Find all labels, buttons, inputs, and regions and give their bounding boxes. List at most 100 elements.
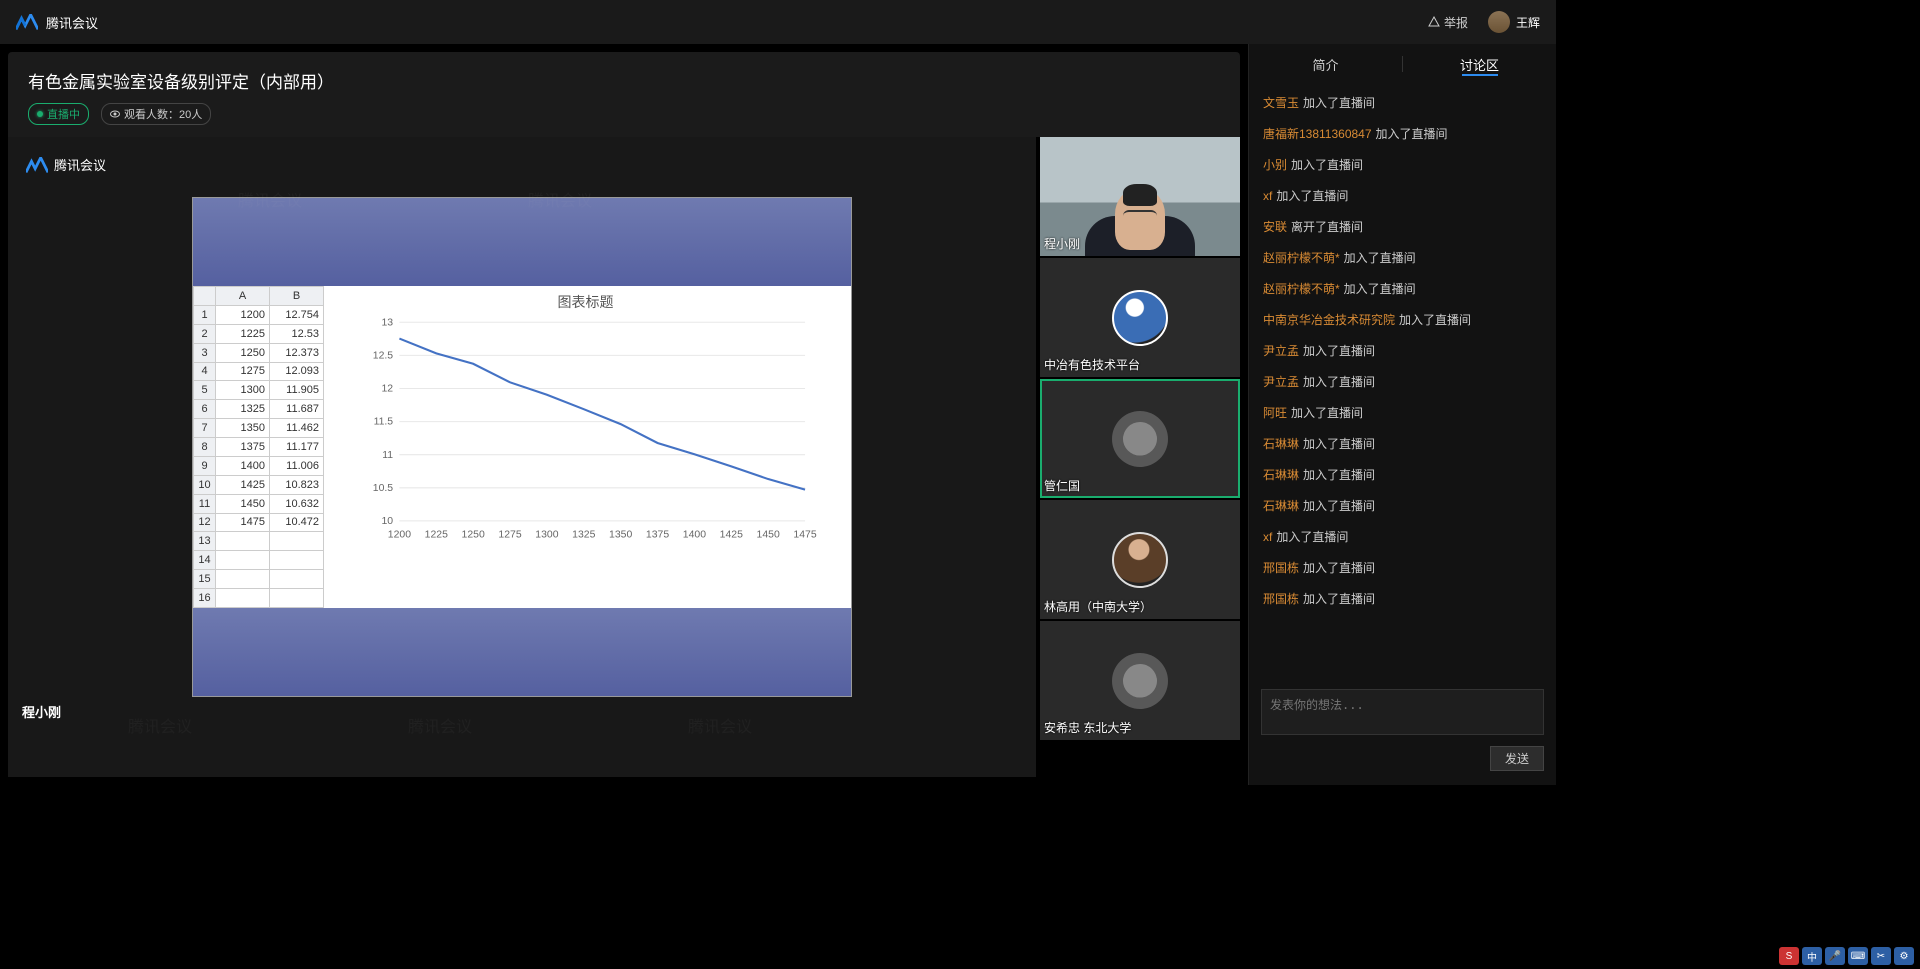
chat-user: 尹立孟 [1263,344,1299,358]
chat-message: xf加入了直播间 [1263,528,1542,545]
chat-text: 加入了直播间 [1303,344,1375,358]
tab-intro[interactable]: 简介 [1249,55,1402,74]
chat-user: 赵丽柠檬不萌* [1263,282,1340,296]
ime-keyboard-icon[interactable]: ⌨ [1848,947,1868,965]
participant-name: 安希忠 东北大学 [1044,719,1131,736]
chat-user: 阿旺 [1263,406,1287,420]
chat-user: 石琳琳 [1263,437,1299,451]
chat-message: 尹立孟加入了直播间 [1263,342,1542,359]
svg-text:10.5: 10.5 [373,483,394,494]
warning-icon [1428,16,1440,28]
svg-text:1400: 1400 [683,530,706,541]
shared-excel-window: AB1120012.7542122512.533125012.373412751… [192,197,852,697]
participant-name: 中冶有色技术平台 [1044,356,1140,373]
participant-tile[interactable]: 中冶有色技术平台 [1040,258,1240,377]
user-avatar [1488,11,1510,33]
svg-text:1250: 1250 [462,530,485,541]
user-menu[interactable]: 王辉 [1488,11,1540,33]
chat-text: 加入了直播间 [1344,282,1416,296]
svg-text:13: 13 [382,317,394,328]
participant-tile[interactable]: 安希忠 东北大学 [1040,621,1240,740]
participants-panel: 程小刚中冶有色技术平台管仁国林高用（中南大学） 安希忠 东北大学 [1036,137,1240,777]
chat-text: 加入了直播间 [1291,158,1363,172]
eye-icon [110,109,120,119]
chat-text: 加入了直播间 [1291,406,1363,420]
chat-user: 石琳琳 [1263,499,1299,513]
chat-text: 加入了直播间 [1399,313,1471,327]
chat-message: 石琳琳加入了直播间 [1263,466,1542,483]
send-button[interactable]: 发送 [1490,746,1544,771]
chat-text: 离开了直播间 [1291,220,1363,234]
presenter-label: 程小刚 [22,702,61,721]
chat-message: 邢国栋加入了直播间 [1263,590,1542,607]
avatar [1112,290,1168,346]
participant-tile[interactable]: 管仁国 [1040,379,1240,498]
chat-text: 加入了直播间 [1303,499,1375,513]
embedded-chart: 图表标题 1010.51111.51212.513120012251250127… [324,286,851,608]
chat-user: 中南京华冶金技术研究院 [1263,313,1395,327]
chat-message: 赵丽柠檬不萌*加入了直播间 [1263,249,1542,266]
line-chart: 1010.51111.51212.51312001225125012751300… [330,316,841,546]
ime-logo-icon[interactable]: S [1779,947,1799,965]
chat-message: 阿旺加入了直播间 [1263,404,1542,421]
ime-settings-icon[interactable]: ⚙ [1894,947,1914,965]
chat-message: 唐福新13811360847 加入了直播间 [1263,125,1542,142]
svg-text:11: 11 [382,450,393,461]
chat-message: 石琳琳加入了直播间 [1263,435,1542,452]
chat-user: xf [1263,189,1272,203]
chat-user: xf [1263,530,1272,544]
tab-chat[interactable]: 讨论区 [1403,55,1556,74]
chat-text: 加入了直播间 [1376,127,1448,141]
participant-tile[interactable]: 林高用（中南大学） [1040,500,1240,619]
chat-message: xf 加入了直播间 [1263,187,1542,204]
sidebar-tabs: 简介 讨论区 [1249,44,1556,84]
app-logo: 腾讯会议 [16,13,98,32]
chat-user: 尹立孟 [1263,375,1299,389]
chat-text: 加入了直播间 [1303,468,1375,482]
spreadsheet: AB1120012.7542122512.533125012.373412751… [193,286,324,608]
chat-user: 邢国栋 [1263,561,1299,575]
svg-text:1200: 1200 [388,530,411,541]
chat-user: 安联 [1263,220,1287,234]
screen-share: 腾讯会议 腾讯会议 腾讯会议 腾讯会议 腾讯会议 腾讯会议 程小刚 AB1120… [8,137,1036,777]
svg-text:10: 10 [382,516,394,527]
svg-text:12.5: 12.5 [373,351,394,362]
chart-title: 图表标题 [330,292,841,312]
chat-message: 石琳琳加入了直播间 [1263,497,1542,514]
chat-user: 邢国栋 [1263,592,1299,606]
chat-text: 加入了直播间 [1276,189,1348,203]
chat-text: 加入了直播间 [1303,592,1375,606]
chat-message: 赵丽柠檬不萌* 加入了直播间 [1263,280,1542,297]
chat-text: 加入了直播间 [1303,375,1375,389]
report-button[interactable]: 举报 [1428,14,1468,31]
meeting-header: 有色金属实验室设备级别评定（内部用） 直播中 观看人数：20人 [8,52,1240,137]
svg-text:1425: 1425 [720,530,743,541]
participant-tile[interactable]: 程小刚 [1040,137,1240,256]
svg-text:1475: 1475 [793,530,816,541]
video-stage: 腾讯会议 腾讯会议 腾讯会议 腾讯会议 腾讯会议 腾讯会议 程小刚 AB1120… [8,137,1240,777]
logo-icon [26,157,48,173]
meeting-title: 有色金属实验室设备级别评定（内部用） [28,68,1220,93]
chat-message: 安联离开了直播间 [1263,218,1542,235]
chat-input[interactable] [1261,689,1544,735]
chat-message: 小别加入了直播间 [1263,156,1542,173]
viewer-count-badge: 观看人数：20人 [101,103,211,125]
chat-message-list[interactable]: 文雪玉加入了直播间唐福新13811360847加入了直播间小别加入了直播间xf加… [1249,84,1556,681]
svg-text:1325: 1325 [572,530,595,541]
svg-text:1275: 1275 [498,530,521,541]
avatar-placeholder [1112,411,1168,467]
svg-text:1225: 1225 [425,530,448,541]
ime-lang-icon[interactable]: 中 [1802,947,1822,965]
chat-text: 加入了直播间 [1344,251,1416,265]
chat-message: 尹立孟加入了直播间 [1263,373,1542,390]
right-sidebar: 简介 讨论区 文雪玉加入了直播间唐福新13811360847加入了直播间小别加入… [1248,44,1556,785]
chat-message: 邢国栋加入了直播间 [1263,559,1542,576]
participant-name: 程小刚 [1044,235,1080,252]
top-bar: 腾讯会议 举报 王辉 [0,0,1556,44]
ime-toolbar[interactable]: S 中 🎤 ⌨ ✂ ⚙ [1779,947,1914,965]
live-badge: 直播中 [28,103,89,125]
logo-icon [16,14,38,30]
ime-mic-icon[interactable]: 🎤 [1825,947,1845,965]
ime-tool-icon[interactable]: ✂ [1871,947,1891,965]
chat-user: 唐福新13811360847 [1263,127,1372,141]
